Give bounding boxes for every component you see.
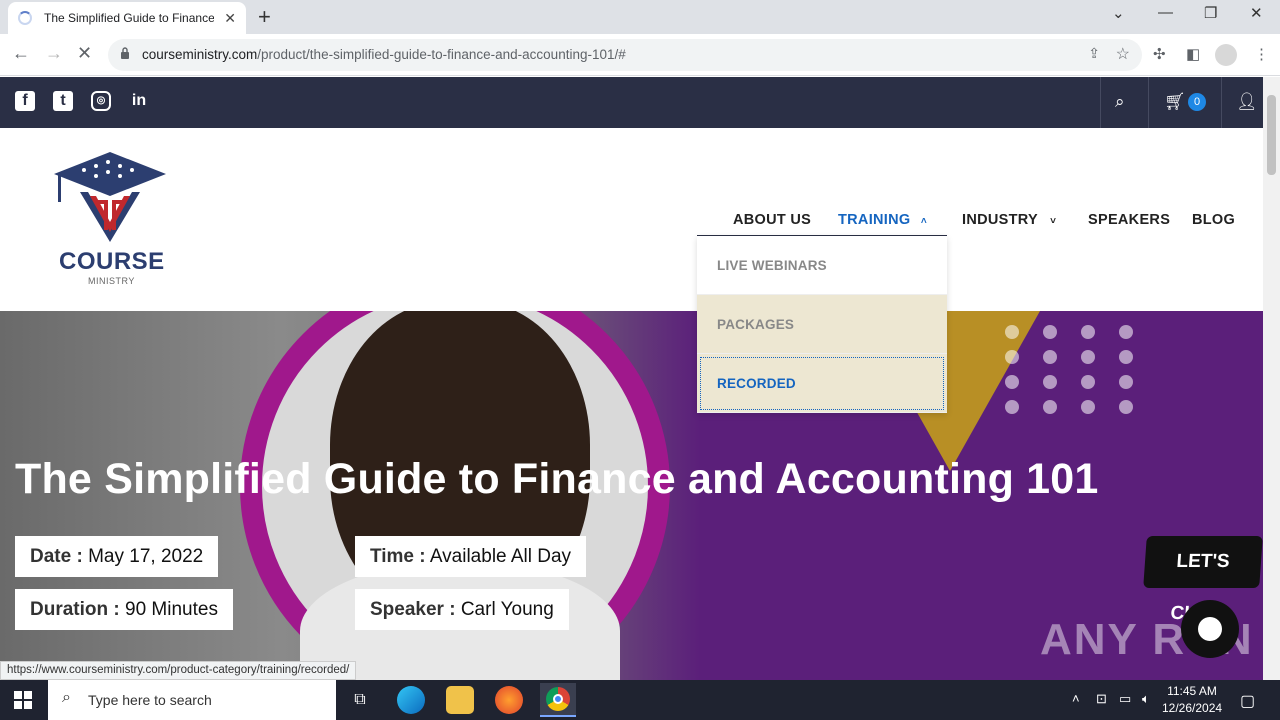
training-dropdown-menu: LIVE WEBINARS PACKAGES RECORDED [697,236,947,413]
windows-taskbar: ⌕ Type here to search ⧉ ˄ ⊡ ▭ 🔈︎ 11:45 A… [0,680,1280,720]
bookmark-star-icon[interactable]: ☆ [1116,44,1130,64]
stop-loading-icon[interactable]: ✕ [77,43,92,64]
address-bar[interactable]: courseministry.com/product/the-simplifie… [108,39,1142,71]
minimize-icon[interactable]: — [1158,4,1173,21]
share-icon[interactable]: ⇪ [1088,45,1100,62]
chrome-menu-icon[interactable]: ⋮ [1254,45,1269,63]
page-scrollbar[interactable] [1263,77,1280,680]
date-value: May 17, 2022 [88,546,204,567]
cart-count-badge: 0 [1188,93,1206,111]
menu-item-recorded[interactable]: RECORDED [697,354,947,413]
file-explorer-icon[interactable] [446,686,474,714]
url-path: /product/the-simplified-guide-to-finance… [257,47,626,62]
time-value: Available All Day [429,546,572,567]
chat-icon [1198,617,1222,641]
duration-value: 90 Minutes [125,599,218,620]
nav-about-us[interactable]: ABOUT US [733,212,811,228]
decorative-dots [1005,325,1145,425]
nav-industry-label: INDUSTRY [962,212,1038,228]
lets-chat-bubble[interactable]: LET'S CHAT! [1143,536,1263,624]
nav-industry[interactable]: INDUSTRY ˅ [962,212,1056,228]
logo-title: COURSE [59,248,165,275]
restore-icon[interactable]: ❐ [1204,4,1217,22]
taskbar-search-placeholder: Type here to search [88,692,212,708]
browser-tab[interactable]: The Simplified Guide to Finance ✕ [8,2,246,34]
loading-spinner-icon [18,11,32,25]
url-text: courseministry.com/product/the-simplifie… [142,47,626,62]
lock-icon [121,47,129,59]
meet-now-icon[interactable]: ⊡ [1096,691,1107,707]
nav-blog[interactable]: BLOG [1192,212,1235,228]
menu-item-live-webinars[interactable]: LIVE WEBINARS [697,236,947,295]
course-ministry-logo[interactable] [54,152,166,244]
chevron-up-icon: ˄ [920,216,927,227]
site-header: COURSE MINISTRY ABOUT US TRAINING ˄ INDU… [0,128,1263,311]
twitter-icon[interactable]: t [53,91,73,111]
linkedin-icon[interactable]: in [129,91,149,111]
time-info: Time : Available All Day [355,536,587,577]
menu-item-packages[interactable]: PACKAGES [697,295,947,354]
divider [1221,77,1222,128]
taskbar-clock[interactable]: 11:45 AM 12/26/2024 [1162,683,1222,717]
task-view-icon[interactable]: ⧉ [346,686,374,714]
browser-tab-strip: The Simplified Guide to Finance ✕ + ⌄ — … [0,0,1280,34]
search-icon[interactable]: ⌕ [1115,92,1125,112]
chrome-taskbar-button[interactable] [540,683,576,717]
site-topbar: f t ◎ in ⌕ 🛒︎ 0 👤︎ [0,77,1263,128]
speaker-label: Speaker : [370,599,456,620]
url-host: courseministry.com [142,47,258,62]
tab-close-icon[interactable]: ✕ [224,10,236,27]
web-page: f t ◎ in ⌕ 🛒︎ 0 👤︎ COURSE MINISTRY ABOUT… [0,77,1263,680]
window-close-icon[interactable]: ✕ [1250,4,1263,22]
chevron-down-icon: ˅ [1050,216,1057,227]
duration-label: Duration : [30,599,120,620]
nav-training-label: TRAINING [838,212,911,228]
windows-start-icon[interactable] [14,691,32,709]
edge-icon[interactable] [397,686,425,714]
forward-icon[interactable]: → [45,43,63,64]
divider [1148,77,1149,128]
show-hidden-icons[interactable]: ˄ [1072,691,1080,706]
volume-icon[interactable]: 🔈︎ [1142,691,1150,707]
duration-info: Duration : 90 Minutes [15,589,233,630]
clock-date: 12/26/2024 [1162,701,1223,715]
tab-title: The Simplified Guide to Finance [44,11,214,25]
tab-search-icon[interactable]: ⌄ [1112,4,1125,22]
divider [1100,77,1101,128]
speaker-value: Carl Young [460,599,554,620]
nav-training[interactable]: TRAINING ˄ [838,212,927,228]
scrollbar-thumb[interactable] [1267,95,1276,175]
back-icon[interactable]: ← [12,43,30,64]
taskbar-search-box[interactable]: ⌕ Type here to search [48,680,336,720]
profile-avatar-icon[interactable] [1215,44,1237,66]
cart-icon[interactable]: 🛒︎ [1164,92,1186,112]
firefox-icon[interactable] [495,686,523,714]
logo-subtitle: MINISTRY [88,276,135,286]
product-title: The Simplified Guide to Finance and Acco… [15,455,1099,503]
link-status-bar: https://www.courseministry.com/product-c… [0,661,357,680]
facebook-icon[interactable]: f [15,91,35,111]
speaker-info: Speaker : Carl Young [355,589,569,630]
date-info: Date : May 17, 2022 [15,536,219,577]
nav-speakers[interactable]: SPEAKERS [1088,212,1170,228]
time-label: Time : [370,546,426,567]
network-icon[interactable]: ▭ [1119,691,1131,707]
chat-launcher-button[interactable] [1181,600,1239,658]
side-panel-icon[interactable]: ◧ [1186,45,1200,63]
instagram-icon[interactable]: ◎ [91,91,111,111]
search-icon: ⌕ [62,689,71,706]
browser-toolbar: ← → ✕ courseministry.com/product/the-sim… [0,34,1280,76]
user-account-icon[interactable]: 👤︎ [1236,92,1258,112]
product-hero-banner: The Simplified Guide to Finance and Acco… [0,311,1263,680]
date-label: Date : [30,546,83,567]
new-tab-button[interactable]: + [258,4,271,30]
clock-time: 11:45 AM [1167,684,1217,698]
extensions-icon[interactable]: ✣ [1153,45,1166,63]
notifications-icon[interactable]: ▢ [1240,691,1255,711]
